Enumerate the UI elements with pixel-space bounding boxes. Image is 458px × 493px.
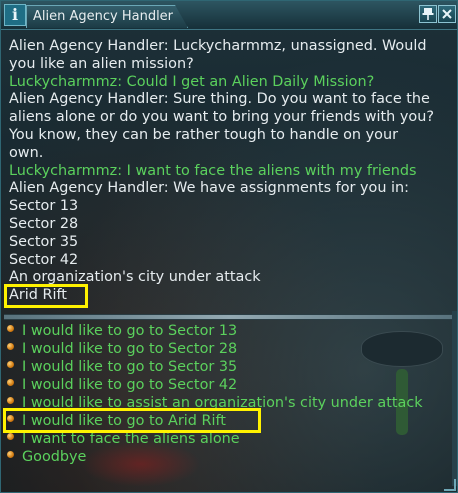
window-title: Alien Agency Handler bbox=[26, 5, 189, 28]
bullet-icon bbox=[7, 343, 14, 350]
title-bar[interactable]: i Alien Agency Handler bbox=[1, 1, 457, 30]
bullet-icon bbox=[7, 379, 14, 386]
conversation-line: Alien Agency Handler: Sure thing. Do you… bbox=[9, 91, 430, 108]
close-icon[interactable] bbox=[438, 5, 456, 23]
highlight-box-arid-rift-text bbox=[4, 284, 88, 308]
pane-divider[interactable] bbox=[4, 314, 454, 320]
conversation-line: Alien Agency Handler: We have assignment… bbox=[9, 180, 409, 197]
conversation-line: own. bbox=[9, 144, 44, 161]
conversation-log: Alien Agency Handler: Luckycharmmz, unas… bbox=[4, 34, 454, 312]
conversation-line: Sector 35 bbox=[9, 233, 79, 250]
conversation-line: Sector 42 bbox=[9, 251, 79, 268]
bullet-icon bbox=[7, 451, 14, 458]
conversation-line: Sector 13 bbox=[9, 198, 79, 215]
conversation-line: Luckycharmmz: I want to face the aliens … bbox=[9, 162, 417, 179]
conversation-line: Luckycharmmz: Could I get an Alien Daily… bbox=[9, 73, 375, 90]
conversation-line: Sector 28 bbox=[9, 216, 79, 232]
option-label: I would like to go to Sector 35 bbox=[22, 359, 238, 375]
conversation-line: Alien Agency Handler: Luckycharmmz, unas… bbox=[9, 38, 427, 54]
option-label: Goodbye bbox=[22, 449, 87, 465]
resize-grip-icon[interactable] bbox=[444, 479, 456, 491]
conversation-line: you like an alien mission? bbox=[9, 55, 194, 72]
conversation-line: aliens alone or do you want to bring you… bbox=[9, 109, 434, 126]
highlight-box-arid-rift-option bbox=[3, 408, 261, 433]
bullet-icon bbox=[7, 433, 14, 440]
scrollbar[interactable] bbox=[452, 311, 457, 486]
option-label: I want to face the aliens alone bbox=[22, 431, 240, 447]
bullet-icon bbox=[7, 361, 14, 368]
pin-icon[interactable] bbox=[419, 5, 437, 23]
bullet-icon bbox=[7, 325, 14, 332]
background-lamp-shape bbox=[361, 331, 443, 367]
option-label: I would like to go to Sector 13 bbox=[22, 323, 238, 339]
info-icon[interactable]: i bbox=[4, 4, 26, 26]
bullet-icon bbox=[7, 397, 14, 404]
option-label: I would like to go to Sector 28 bbox=[22, 341, 238, 357]
option-label: I would like to go to Sector 42 bbox=[22, 377, 238, 393]
conversation-line: You know, they can be rather tough to ha… bbox=[9, 127, 398, 143]
dialog-window: i Alien Agency Handler Alien Agency Hand… bbox=[0, 0, 458, 493]
